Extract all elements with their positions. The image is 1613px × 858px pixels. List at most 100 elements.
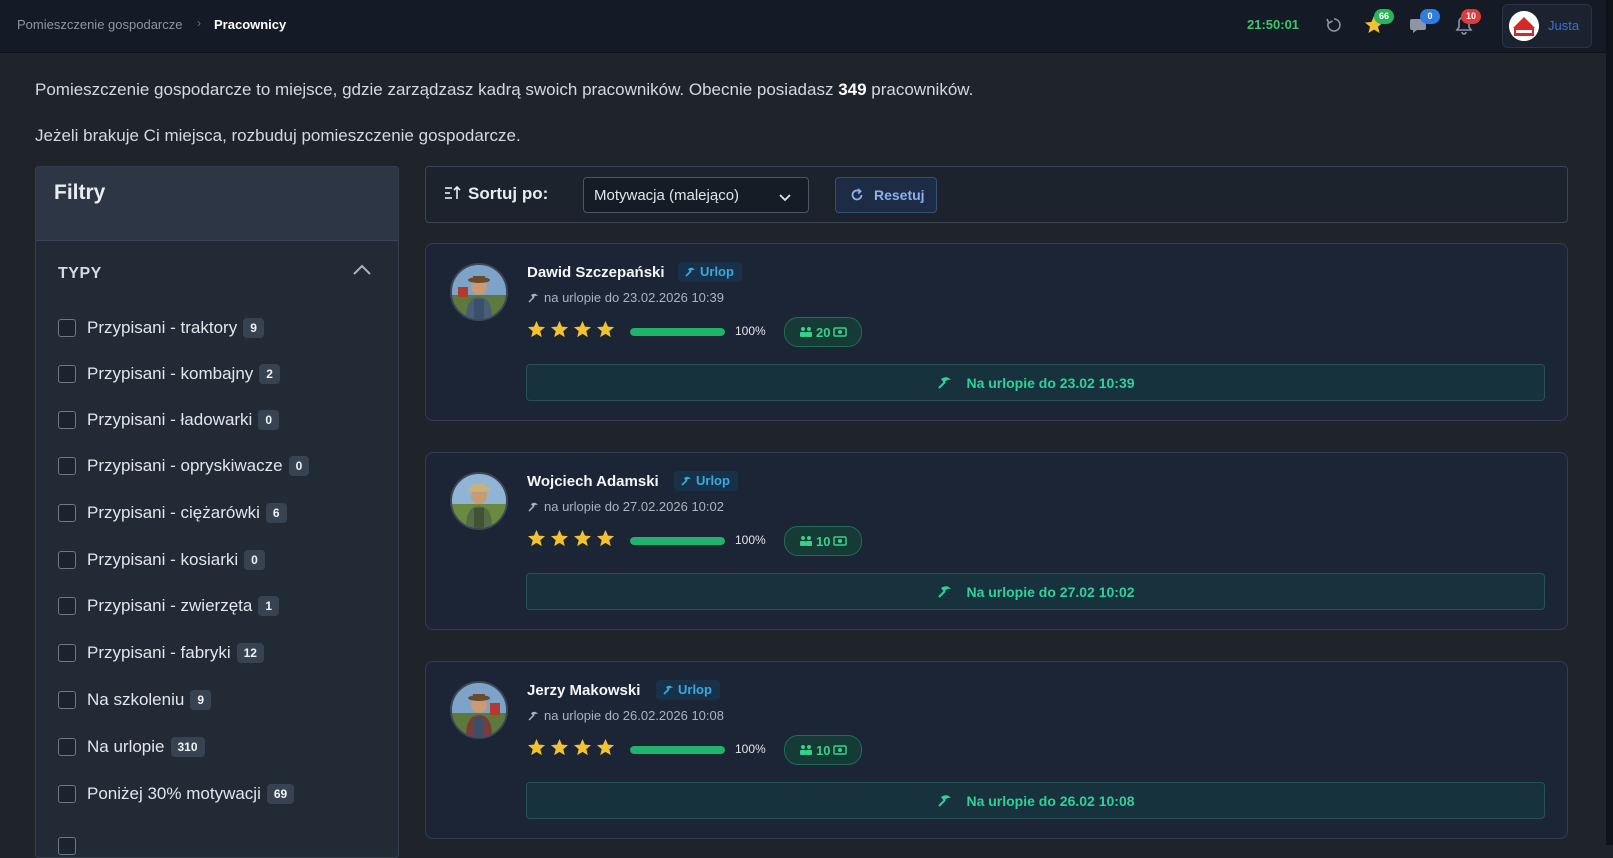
sort-select[interactable]: Motywacja (malejąco): [583, 177, 809, 213]
filter-item[interactable]: Przypisani - traktory 9: [58, 315, 264, 341]
worker-name: Wojciech Adamski: [527, 473, 659, 490]
salary-value: 20: [816, 324, 831, 340]
filter-checkbox[interactable]: [58, 551, 76, 569]
rating-stars: [527, 320, 619, 339]
motivation-fill: [630, 328, 725, 336]
filter-item[interactable]: Przypisani - zwierzęta 1: [58, 593, 280, 619]
chevron-up-icon[interactable]: [352, 263, 372, 277]
server-clock: 21:50:01: [1247, 17, 1300, 32]
chevron-down-icon: [778, 190, 792, 208]
filter-count-badge: 0: [258, 410, 280, 430]
star-icon: [550, 320, 569, 338]
refresh-icon[interactable]: [1323, 14, 1345, 36]
vacation-banner: Na urlopie do 23.02 10:39: [526, 364, 1545, 401]
filter-item[interactable]: Przypisani - opryskiwacze 0: [58, 453, 310, 479]
star-icon: [573, 529, 592, 547]
leave-info: na urlopie do 26.02.2026 10:08: [527, 708, 724, 723]
filter-checkbox[interactable]: [58, 457, 76, 475]
salary-pill[interactable]: 10: [784, 526, 863, 556]
worker-card[interactable]: Jerzy Makowski Urlop na urlopie do 26.02…: [425, 661, 1568, 839]
intro-line-1: Pomieszczenie gospodarcze to miejsce, gd…: [35, 80, 973, 100]
salary-pill[interactable]: 10: [784, 735, 863, 765]
leave-text: na urlopie do 23.02.2026 10:39: [544, 290, 724, 305]
money-icon: [833, 536, 848, 546]
reset-button[interactable]: Resetuj: [835, 177, 937, 213]
filter-label: Przypisani - fabryki: [87, 643, 231, 662]
status-badge: Urlop: [678, 262, 742, 282]
filter-item[interactable]: Przypisani - kosiarki 0: [58, 547, 265, 573]
filter-label: Przypisani - zwierzęta: [87, 596, 253, 615]
beach-umbrella-icon: [685, 267, 695, 277]
intro-text-after: pracowników.: [866, 80, 974, 99]
filter-checkbox[interactable]: [58, 597, 76, 615]
filter-checkbox[interactable]: [58, 837, 76, 855]
intro-line-2: Jeżeli brakuje Ci miejsca, rozbuduj pomi…: [35, 126, 521, 145]
motivation-bar: [630, 746, 725, 754]
filter-checkbox[interactable]: [58, 644, 76, 662]
filter-checkbox[interactable]: [58, 691, 76, 709]
star-icon: [573, 738, 592, 756]
sort-label: Sortuj po:: [468, 184, 549, 203]
status-label: Urlop: [678, 682, 712, 697]
filter-item[interactable]: Na szkoleniu 9: [58, 687, 212, 713]
motivation-fill: [630, 537, 725, 545]
workers-icon: [800, 327, 812, 337]
filter-count-badge: 0: [288, 456, 310, 476]
vacation-banner-text: Na urlopie do 23.02 10:39: [966, 374, 1135, 391]
star-icon: [596, 529, 615, 547]
salary-value: 10: [816, 533, 831, 549]
filter-item[interactable]: Na urlopie 310: [58, 734, 205, 760]
filter-count-badge: 0: [244, 550, 265, 570]
filter-label: Przypisani - opryskiwacze: [87, 456, 283, 475]
workers-icon: [800, 745, 812, 755]
types-section-toggle[interactable]: TYPY: [36, 241, 398, 299]
user-logo-icon: [1509, 11, 1539, 41]
leave-info: na urlopie do 23.02.2026 10:39: [527, 290, 724, 305]
motivation-bar: [630, 328, 725, 336]
filter-checkbox[interactable]: [58, 411, 76, 429]
page-scrollbar[interactable]: [1606, 0, 1613, 845]
filter-item[interactable]: Przypisani - ciężarówki 6: [58, 500, 287, 526]
user-menu[interactable]: Justa: [1502, 4, 1592, 48]
worker-card[interactable]: Dawid Szczepański Urlop na urlopie do 23…: [425, 243, 1568, 421]
beach-umbrella-icon: [663, 685, 673, 695]
user-name: Justa: [1548, 18, 1580, 33]
beach-umbrella-icon: [938, 794, 952, 807]
filter-item[interactable]: [58, 833, 87, 857]
worker-avatar: [450, 472, 508, 530]
filter-label: Przypisani - kombajny: [87, 364, 254, 383]
vacation-banner: Na urlopie do 27.02 10:02: [526, 573, 1545, 610]
messages-badge: 0: [1420, 9, 1440, 24]
filter-checkbox[interactable]: [58, 738, 76, 756]
worker-name: Dawid Szczepański: [527, 264, 665, 281]
worker-count: 349: [838, 80, 867, 99]
filters-title: Filtry: [54, 181, 106, 204]
salary-pill[interactable]: 20: [784, 317, 863, 347]
worker-card[interactable]: Wojciech Adamski Urlop na urlopie do 27.…: [425, 452, 1568, 630]
beach-umbrella-icon: [528, 293, 538, 303]
star-icon: [596, 738, 615, 756]
beach-umbrella-icon: [938, 585, 952, 598]
breadcrumb-parent[interactable]: Pomieszczenie gospodarcze: [17, 17, 182, 32]
types-section-label: TYPY: [58, 265, 102, 282]
sort-bar: Sortuj po: Motywacja (malejąco) Resetuj: [425, 166, 1568, 223]
status-label: Urlop: [696, 473, 730, 488]
rating-stars: [527, 738, 619, 757]
motivation-bar: [630, 537, 725, 545]
filter-count-badge: 9: [243, 318, 264, 338]
filter-count-badge: 12: [236, 643, 264, 663]
filter-item[interactable]: Przypisani - fabryki 12: [58, 640, 264, 666]
filter-label: Przypisani - ciężarówki: [87, 503, 260, 522]
filter-item[interactable]: Poniżej 30% motywacji 69: [58, 781, 295, 807]
filter-item[interactable]: Przypisani - ładowarki 0: [58, 407, 280, 433]
filter-checkbox[interactable]: [58, 785, 76, 803]
filter-checkbox[interactable]: [58, 319, 76, 337]
filter-checkbox[interactable]: [58, 504, 76, 522]
filter-checkbox[interactable]: [58, 365, 76, 383]
vacation-banner-text: Na urlopie do 26.02 10:08: [966, 792, 1135, 809]
sort-selected-value: Motywacja (malejąco): [594, 187, 740, 204]
filter-count-badge: 310: [170, 737, 205, 757]
vacation-banner-text: Na urlopie do 27.02 10:02: [966, 583, 1135, 600]
intro-text-before: Pomieszczenie gospodarcze to miejsce, gd…: [35, 80, 839, 99]
filter-item[interactable]: Przypisani - kombajny 2: [58, 361, 280, 387]
